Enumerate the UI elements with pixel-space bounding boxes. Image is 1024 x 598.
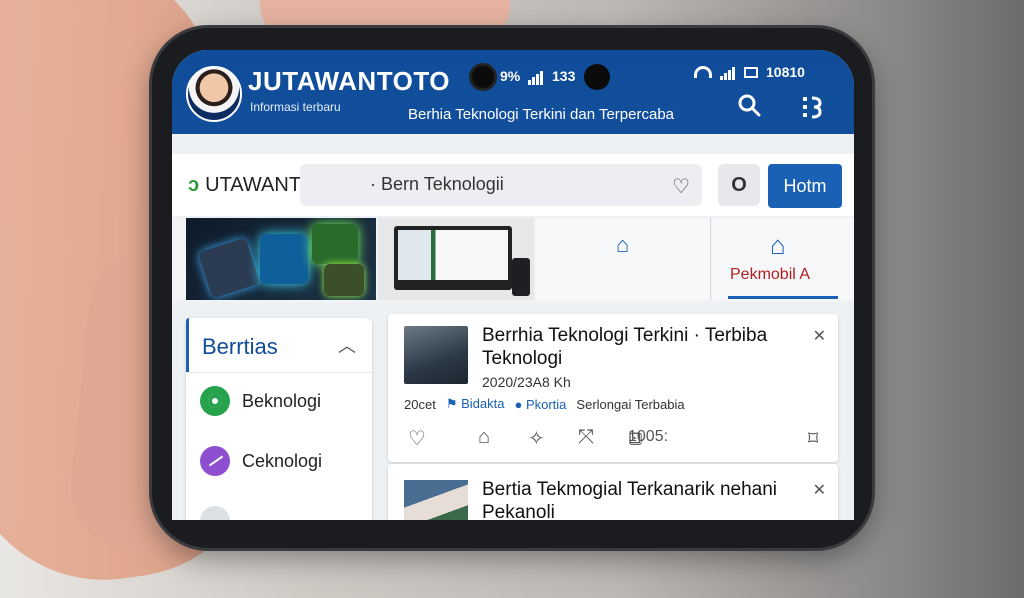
tag-icon: ⚑ bbox=[445, 396, 458, 411]
heart-icon[interactable]: ♡ bbox=[672, 174, 690, 199]
chevron-up-icon[interactable]: ︿ bbox=[338, 332, 356, 358]
tab-home[interactable]: ⌂ bbox=[536, 218, 711, 300]
news-image bbox=[404, 480, 468, 520]
status-right: 10810 bbox=[694, 64, 805, 80]
category-title: Berrtias bbox=[202, 334, 278, 359]
meta-source: Serlongai Terbabia bbox=[576, 396, 685, 412]
signal-bars-icon bbox=[720, 64, 736, 80]
category-card: Berrtias ︿ Beknologi Ceknologi bbox=[186, 318, 372, 520]
nav-bar: ↄ UTAWANTO · Bern Teknologii ♡ O Hotm bbox=[172, 154, 854, 216]
home-share-icon[interactable]: ⌂ bbox=[478, 426, 490, 449]
tagline: Berhia Teknologi Terkini dan Terpercaba bbox=[408, 106, 675, 123]
like-icon[interactable]: ♡ bbox=[408, 426, 426, 451]
green-category-icon bbox=[200, 386, 230, 416]
home-icon: ⌂ bbox=[616, 232, 630, 257]
tab-pekmobil-label: Pekmobil A bbox=[730, 266, 811, 283]
news-title[interactable]: Berrhia Teknologi Terkini · Terbiba Tekn… bbox=[482, 324, 812, 370]
wifi-icon bbox=[694, 66, 712, 78]
meta-tag-b-label: Pkortia bbox=[525, 396, 567, 412]
front-camera-icon bbox=[584, 64, 610, 90]
tech-thumbnail[interactable] bbox=[186, 218, 376, 300]
search-text: · Bern Teknologii bbox=[370, 174, 504, 194]
verified-icon: ● bbox=[514, 396, 523, 412]
news-meta: 20cet ⚑ Bidakta ● Pkortia Serlongai Terb… bbox=[404, 396, 685, 412]
brand-title: JUTAWANTOTO bbox=[248, 66, 450, 96]
category-strip: ⌂ ⌂ Pekmobil A bbox=[172, 218, 854, 302]
brand-subtitle: Informasi terbaru bbox=[250, 100, 341, 114]
logo-mark-icon: ↄ bbox=[188, 174, 200, 196]
message-icon: ⊡ bbox=[628, 430, 642, 447]
card-accent bbox=[186, 318, 189, 372]
news-image bbox=[404, 326, 468, 384]
status-number: 133 bbox=[552, 68, 576, 84]
desktop-thumbnail[interactable] bbox=[378, 218, 534, 300]
news-title[interactable]: Bertia Tekmogial Terkanarik nehani Pekan… bbox=[482, 478, 812, 520]
tile-4 bbox=[324, 264, 364, 296]
site-logo[interactable]: ↄ UTAWANTO bbox=[188, 174, 316, 197]
menu-icon[interactable] bbox=[800, 94, 824, 120]
battery-icon bbox=[744, 66, 758, 78]
tile-3 bbox=[312, 224, 358, 264]
share-icon[interactable]: ✧ bbox=[528, 426, 545, 451]
category-item[interactable]: Ceknologi bbox=[200, 446, 322, 476]
phone-image bbox=[512, 258, 530, 296]
active-tab-indicator bbox=[728, 296, 838, 299]
avatar[interactable] bbox=[186, 66, 242, 122]
status-time: 10810 bbox=[766, 64, 805, 80]
meta-tag-b[interactable]: ● Pkortia bbox=[514, 397, 566, 412]
search-icon[interactable] bbox=[736, 92, 762, 118]
close-icon[interactable]: ✕ bbox=[813, 326, 826, 346]
grey-category-icon bbox=[200, 506, 230, 520]
status-percent: 9% bbox=[500, 68, 521, 84]
tile-1 bbox=[197, 237, 261, 299]
circle-icon: O bbox=[731, 174, 747, 196]
camera-icon bbox=[472, 66, 494, 88]
meta-left: 20cet bbox=[404, 396, 436, 412]
news-card[interactable]: Berrhia Teknologi Terkini · Terbiba Tekn… bbox=[388, 314, 838, 462]
search-input[interactable]: · Bern Teknologii ♡ bbox=[300, 164, 702, 206]
monitor-image bbox=[394, 226, 512, 290]
category-item[interactable]: Beknologi bbox=[200, 386, 321, 416]
tab-pekmobil[interactable]: ⌂ Pekmobil A bbox=[712, 218, 854, 300]
meta-tag-a-label: Bidakta bbox=[461, 396, 505, 411]
home-outline-icon: ⌂ bbox=[770, 230, 786, 260]
circle-button[interactable]: O bbox=[718, 164, 760, 206]
tile-2 bbox=[260, 234, 308, 284]
signal-icon bbox=[528, 69, 544, 86]
purple-category-icon bbox=[200, 446, 230, 476]
news-actions: ♡ ⌂ ✧ ⤧ ▢ 1005: ⊡ ⌑ bbox=[408, 426, 828, 450]
meta-tag-a[interactable]: ⚑ Bidakta bbox=[446, 396, 505, 412]
category-item-label: Ceknologi bbox=[242, 450, 323, 471]
repost-icon[interactable]: ⤧ bbox=[578, 426, 594, 449]
close-icon[interactable]: ✕ bbox=[813, 480, 826, 500]
status-left: 9% 133 bbox=[500, 68, 576, 86]
news-date: 2020/23A8 Kh bbox=[482, 374, 571, 390]
hot-button[interactable]: Hotm bbox=[768, 164, 842, 208]
app-header: JUTAWANTOTO Informasi terbaru 9% 133 108… bbox=[172, 50, 854, 134]
phone-screen: JUTAWANTOTO Informasi terbaru 9% 133 108… bbox=[172, 50, 854, 520]
category-item-label: Beknologi bbox=[242, 390, 322, 411]
category-item[interactable] bbox=[200, 506, 242, 520]
bookmark-icon[interactable]: ⌑ bbox=[808, 426, 818, 451]
divider bbox=[186, 372, 372, 373]
